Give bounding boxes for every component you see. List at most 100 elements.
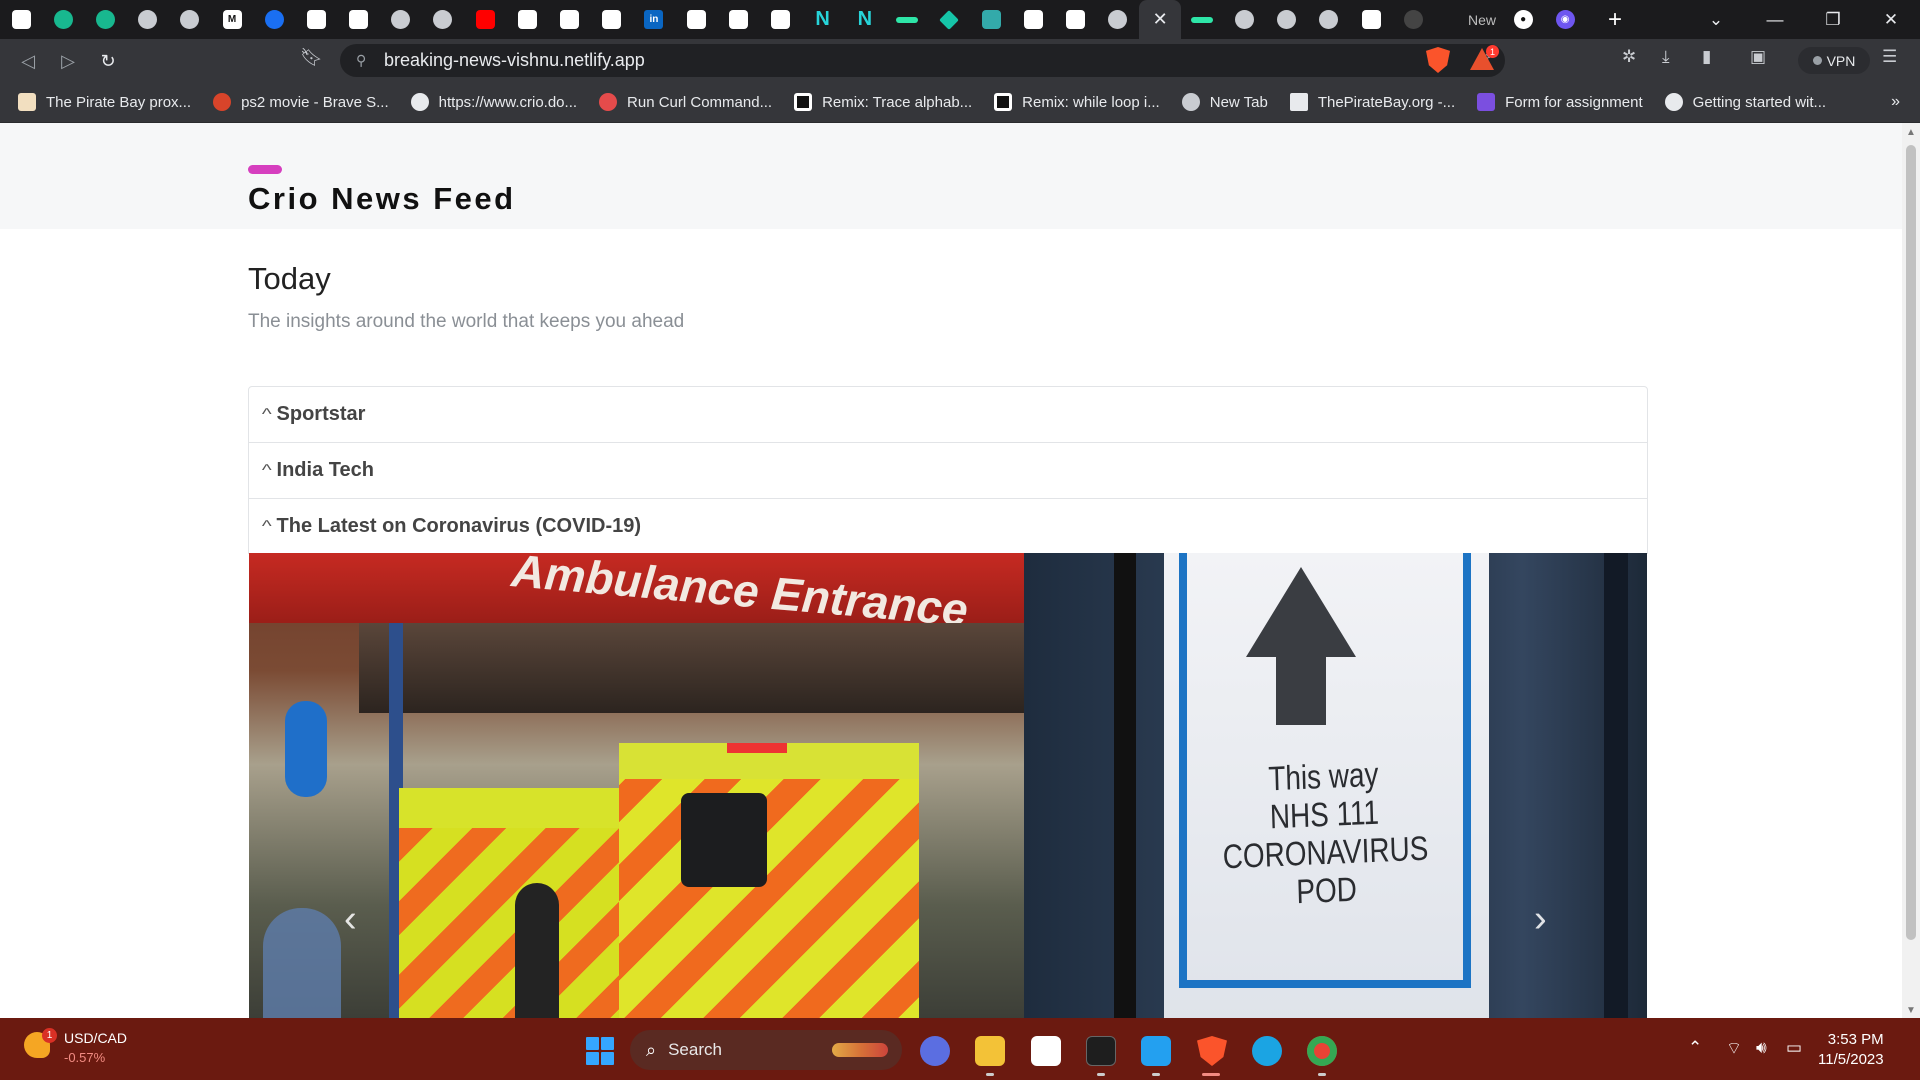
tab-33[interactable] <box>1392 0 1434 39</box>
store-icon[interactable] <box>1031 1036 1061 1066</box>
tab-29[interactable] <box>1223 0 1265 39</box>
tab-15[interactable]: in <box>633 0 675 39</box>
url-text[interactable]: breaking-news-vishnu.netlify.app <box>384 50 645 71</box>
tab-4[interactable] <box>169 0 211 39</box>
scroll-down-arrow[interactable]: ▼ <box>1906 1005 1916 1016</box>
news-carousel[interactable]: Ambulance Entrance This way NHS 111 CORONA… <box>249 553 1647 1018</box>
meet-app-icon[interactable] <box>920 1036 950 1066</box>
close-window-button[interactable]: ✕ <box>1862 0 1920 39</box>
wallet-icon[interactable]: ▣ <box>1750 47 1766 67</box>
bookmark-item[interactable]: ThePirateBay.org -... <box>1289 93 1455 111</box>
carousel-next-button[interactable]: › <box>1534 898 1547 941</box>
new-tab-button[interactable]: + <box>1597 0 1633 39</box>
tab-28[interactable] <box>1181 0 1223 39</box>
bookmark-item[interactable]: Form for assignment <box>1477 93 1643 111</box>
start-button[interactable] <box>586 1037 614 1065</box>
tab-new-partial[interactable]: New <box>1462 0 1502 39</box>
tab-20[interactable]: N <box>844 0 886 39</box>
bookmark-item[interactable]: Remix: Trace alphab... <box>794 93 972 111</box>
taskbar-clock[interactable]: 3:53 PM 11/5/2023 <box>1818 1030 1884 1070</box>
site-info-icon[interactable]: ⚲ <box>356 52 366 69</box>
tab-7[interactable] <box>295 0 337 39</box>
page-scrollbar[interactable]: ▲ ▼ <box>1902 123 1920 1018</box>
tab-22[interactable] <box>928 0 970 39</box>
bookmarks-more-button[interactable]: » <box>1891 93 1900 111</box>
restore-button[interactable]: ❐ <box>1804 0 1862 39</box>
bookmark-item[interactable]: Remix: while loop i... <box>994 93 1160 111</box>
reload-button[interactable]: ↻ <box>94 47 122 75</box>
tab-18[interactable] <box>759 0 801 39</box>
tab-17[interactable] <box>717 0 759 39</box>
minimize-button[interactable]: — <box>1746 0 1804 39</box>
sidebar-icon[interactable]: ▮ <box>1702 47 1711 67</box>
tab-0[interactable] <box>0 0 42 39</box>
curl-icon <box>599 93 618 111</box>
tab-30[interactable] <box>1266 0 1308 39</box>
tab-19[interactable]: N <box>802 0 844 39</box>
tab-14[interactable] <box>591 0 633 39</box>
downloads-icon[interactable]: ⤓ <box>1662 47 1670 67</box>
bookmark-icon[interactable]: 🔖︎ <box>300 47 323 68</box>
bookmark-item[interactable]: The Pirate Bay prox... <box>18 93 191 111</box>
address-bar[interactable]: ⚲ breaking-news-vishnu.netlify.app ⇪ <box>340 44 1505 77</box>
vpn-button[interactable]: VPN <box>1798 47 1870 74</box>
scroll-up-arrow[interactable]: ▲ <box>1906 127 1916 138</box>
railing <box>1604 553 1628 1018</box>
file-explorer-icon[interactable] <box>975 1036 1005 1066</box>
tab-8[interactable] <box>338 0 380 39</box>
edge-icon[interactable] <box>1252 1036 1282 1066</box>
chrome-icon[interactable] <box>1307 1036 1337 1066</box>
tab-6[interactable] <box>253 0 295 39</box>
taskbar-search[interactable]: ⌕ Search <box>630 1030 902 1070</box>
accordion-india-tech[interactable]: ^ India Tech <box>248 442 1648 499</box>
extensions-icon[interactable]: ✲ <box>1622 47 1636 67</box>
bookmark-label: Run Curl Command... <box>627 93 773 111</box>
tab-31[interactable] <box>1308 0 1350 39</box>
tab-2[interactable] <box>84 0 126 39</box>
tab-21[interactable] <box>886 0 928 39</box>
tab-1[interactable] <box>42 0 84 39</box>
back-button[interactable]: ◁ <box>14 47 42 75</box>
tab-23[interactable] <box>970 0 1012 39</box>
tab-26[interactable] <box>1097 0 1139 39</box>
close-icon[interactable]: ✕ <box>1153 9 1168 30</box>
widget-value[interactable]: -0.57% <box>64 1050 105 1065</box>
volume-icon[interactable]: 🔊︎ <box>1756 1038 1767 1058</box>
tab-3[interactable] <box>127 0 169 39</box>
tab-10[interactable] <box>422 0 464 39</box>
accordion-coronavirus[interactable]: ^ The Latest on Coronavirus (COVID-19) <box>248 498 1648 554</box>
terminal-icon[interactable] <box>1086 1036 1116 1066</box>
brave-app-icon[interactable] <box>1197 1036 1227 1066</box>
bookmark-item[interactable]: New Tab <box>1181 93 1268 111</box>
bookmark-item[interactable]: https://www.crio.do... <box>410 93 577 111</box>
tab-12[interactable] <box>506 0 548 39</box>
tab-5[interactable]: M <box>211 0 253 39</box>
tab-13[interactable] <box>548 0 590 39</box>
tab-9[interactable] <box>380 0 422 39</box>
site-brand[interactable]: Crio News Feed <box>248 181 516 217</box>
scroll-thumb[interactable] <box>1906 145 1916 940</box>
tab-32[interactable] <box>1350 0 1392 39</box>
tab-25[interactable] <box>1055 0 1097 39</box>
vscode-icon[interactable] <box>1141 1036 1171 1066</box>
tab-purple[interactable]: ◉ <box>1544 0 1586 39</box>
forward-button[interactable]: ▷ <box>54 47 82 75</box>
tab-16[interactable] <box>675 0 717 39</box>
tab-11[interactable] <box>464 0 506 39</box>
tab-27[interactable]: ✕ <box>1139 0 1182 39</box>
person <box>515 883 559 1018</box>
bookmark-item[interactable]: Run Curl Command... <box>599 93 772 111</box>
tab-search-button[interactable]: ⌄ <box>1686 0 1746 39</box>
widget-title[interactable]: USD/CAD <box>64 1030 127 1046</box>
carousel-prev-button[interactable]: ‹ <box>344 898 357 941</box>
tab-github[interactable]: ● <box>1502 0 1544 39</box>
accordion-sportstar[interactable]: ^ Sportstar <box>248 386 1648 443</box>
battery-icon[interactable]: ▭ <box>1786 1038 1802 1058</box>
wifi-icon[interactable]: ⌔ <box>1726 1038 1742 1059</box>
tab-24[interactable] <box>1013 0 1055 39</box>
tray-chevron-icon[interactable]: ⌃ <box>1688 1038 1702 1058</box>
bookmark-item[interactable]: ps2 movie - Brave S... <box>213 93 389 111</box>
bookmark-item[interactable]: Getting started wit... <box>1664 93 1826 111</box>
tab-list: Min N N ✕ <box>0 0 1434 39</box>
menu-icon[interactable]: ☰ <box>1882 47 1897 67</box>
